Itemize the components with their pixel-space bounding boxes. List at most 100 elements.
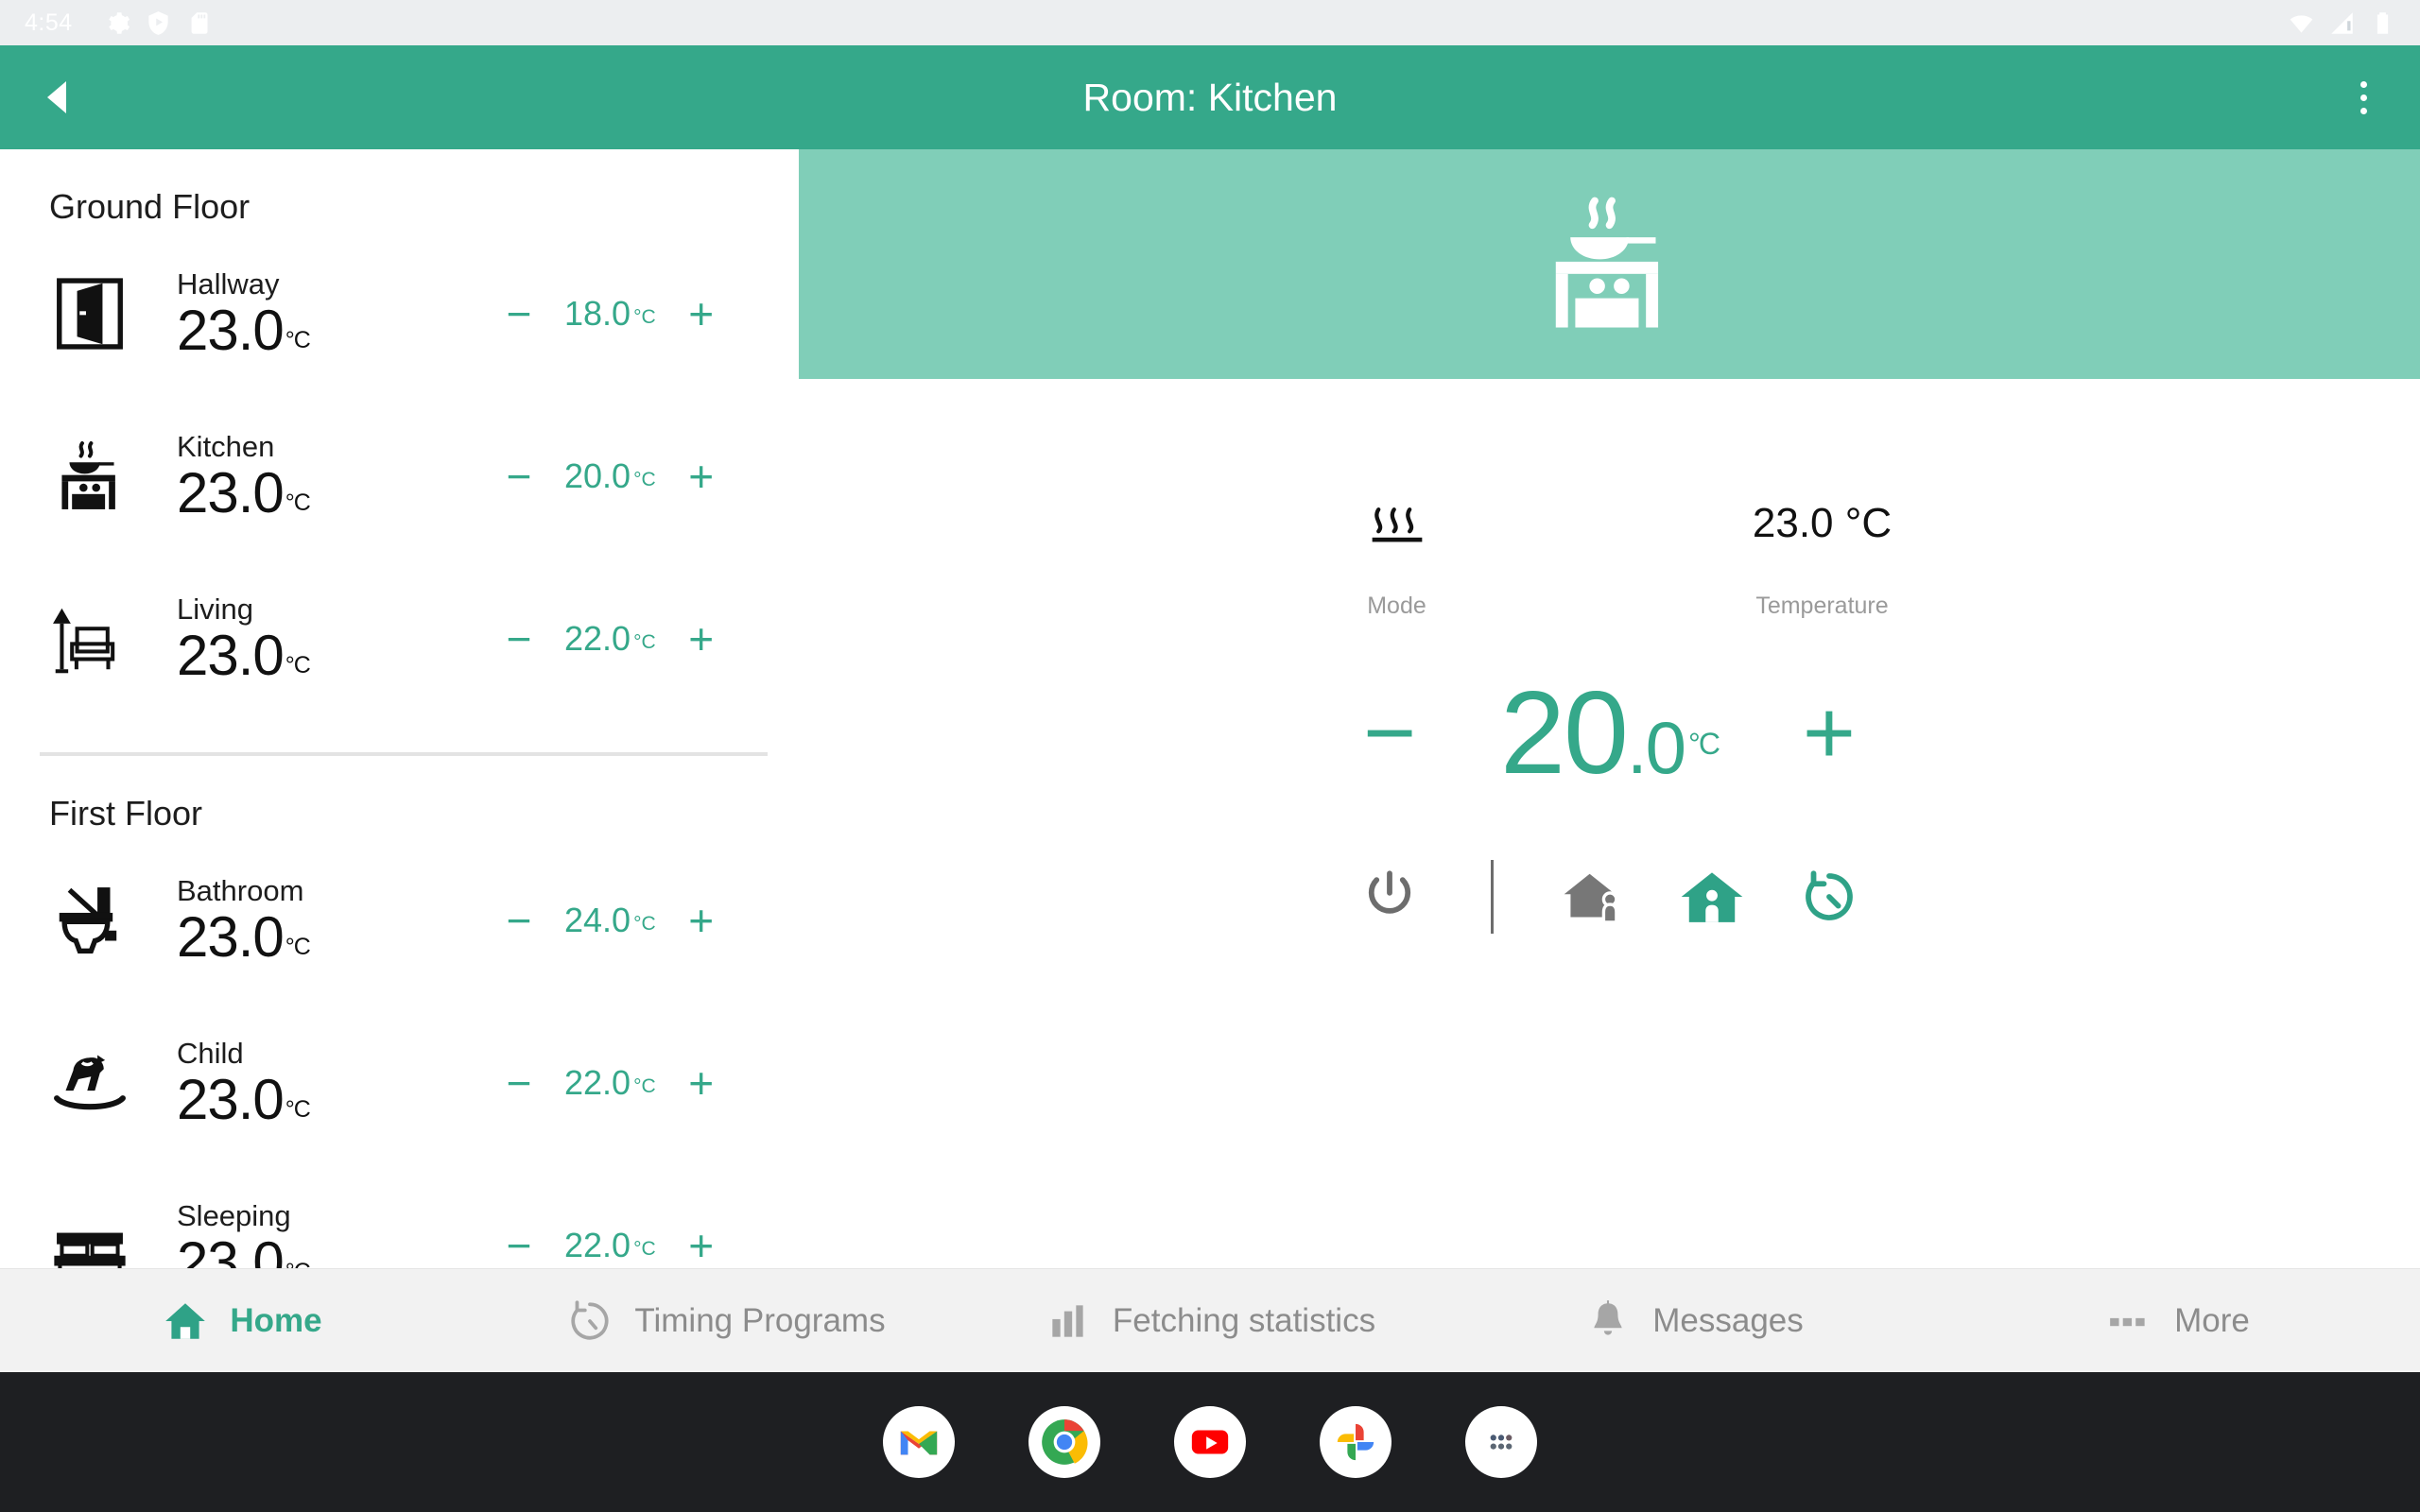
- heating-waves-icon: [1366, 490, 1428, 557]
- shield-play-icon: [148, 10, 168, 35]
- room-setpoint-control[interactable]: − 18.0 °C +: [498, 292, 722, 335]
- more-dots-icon: [2110, 1317, 2145, 1326]
- room-name: Hallway: [177, 266, 280, 301]
- room-setpoint-control[interactable]: − 24.0 °C +: [498, 899, 722, 942]
- nav-item-home[interactable]: Home: [0, 1297, 484, 1345]
- toilet-icon: [49, 880, 177, 961]
- timer-icon: [571, 1299, 609, 1340]
- decrease-setpoint-button[interactable]: −: [498, 1224, 540, 1267]
- decrease-setpoint-button[interactable]: −: [498, 1061, 540, 1105]
- room-current-temp: 23.0°C: [177, 299, 311, 363]
- bottom-navigation: Home Timing Programs Fetching statistics: [0, 1268, 2420, 1372]
- android-dock: [0, 1372, 2420, 1512]
- chrome-icon[interactable]: [1028, 1406, 1100, 1478]
- increase-setpoint-button[interactable]: +: [681, 455, 722, 498]
- android-status-bar: 4:54: [0, 0, 2420, 45]
- room-info: Hallway 23.0°C: [177, 267, 489, 361]
- decrease-setpoint-button[interactable]: −: [1347, 688, 1432, 779]
- away-house-icon[interactable]: [1558, 860, 1632, 934]
- overflow-menu-button[interactable]: [2307, 80, 2420, 114]
- room-info: Kitchen 23.0°C: [177, 430, 489, 524]
- increase-setpoint-button[interactable]: +: [681, 1224, 722, 1267]
- mode-stat[interactable]: Mode: [1270, 490, 1525, 620]
- armchair-lamp-icon: [49, 598, 177, 679]
- increase-setpoint-button[interactable]: +: [1787, 688, 1872, 779]
- gmail-icon[interactable]: [883, 1406, 955, 1478]
- increase-setpoint-button[interactable]: +: [681, 617, 722, 661]
- main-setpoint-control[interactable]: − 20.0 °C +: [799, 675, 2420, 792]
- bed-icon: [49, 1205, 177, 1268]
- room-info: Sleeping 23.0°C: [177, 1199, 489, 1268]
- room-name: Sleeping: [177, 1198, 291, 1232]
- increase-setpoint-button[interactable]: +: [681, 292, 722, 335]
- decrease-setpoint-button[interactable]: −: [498, 899, 540, 942]
- nav-label: Timing Programs: [634, 1301, 886, 1339]
- app-bar: Room: Kitchen: [0, 45, 2420, 149]
- nav-label: Messages: [1652, 1301, 1804, 1339]
- main-setpoint-value: 20.0 °C: [1500, 668, 1720, 799]
- room-list-item[interactable]: Child 23.0°C − 22.0 °C +: [0, 1002, 799, 1164]
- room-banner: [799, 149, 2420, 379]
- google-photos-icon[interactable]: [1320, 1406, 1392, 1478]
- nav-item-timing-programs[interactable]: Timing Programs: [484, 1297, 968, 1345]
- youtube-icon[interactable]: [1174, 1406, 1246, 1478]
- increase-setpoint-button[interactable]: +: [681, 899, 722, 942]
- main-content: Ground Floor Hallway 23.0°C − 18.0 °C + …: [0, 149, 2420, 1268]
- room-list-item[interactable]: Kitchen 23.0°C − 20.0 °C +: [0, 395, 799, 558]
- setpoint-value: 18.0 °C: [564, 294, 656, 333]
- room-setpoint-control[interactable]: − 20.0 °C +: [498, 455, 722, 498]
- menu-dot-icon: [2360, 94, 2367, 101]
- setpoint-value: 24.0 °C: [564, 901, 656, 939]
- room-current-temp: 23.0°C: [177, 461, 311, 525]
- increase-setpoint-button[interactable]: +: [681, 1061, 722, 1105]
- status-bar-clock: 4:54: [25, 9, 73, 36]
- decrease-setpoint-button[interactable]: −: [498, 455, 540, 498]
- nav-item-fetching-statistics[interactable]: Fetching statistics: [968, 1297, 1452, 1345]
- back-arrow-icon: [47, 81, 66, 113]
- floor-group-title: Ground Floor: [49, 187, 251, 226]
- room-list-item[interactable]: Living 23.0°C − 22.0 °C +: [0, 558, 799, 720]
- setpoint-value: 22.0 °C: [564, 619, 656, 658]
- room-name: Kitchen: [177, 429, 275, 463]
- room-detail-panel: Mode 23.0 °C Temperature − 20.0 °C +: [799, 149, 2420, 1268]
- timer-icon[interactable]: [1792, 860, 1866, 934]
- room-list-item[interactable]: Bathroom 23.0°C − 24.0 °C +: [0, 839, 799, 1002]
- setpoint-value: 22.0 °C: [564, 1063, 656, 1102]
- room-list-item[interactable]: Sleeping 23.0°C − 22.0°C +: [0, 1164, 799, 1268]
- status-bar-left: 4:54: [25, 9, 212, 37]
- temperature-label: Temperature: [1755, 593, 1889, 619]
- stove-icon: [49, 436, 177, 517]
- temperature-value: 23.0 °C: [1752, 500, 1893, 546]
- actions-divider: [1491, 860, 1494, 934]
- floor-group-title: First Floor: [49, 794, 202, 833]
- room-setpoint-control[interactable]: − 22.0 °C +: [498, 617, 722, 661]
- back-button[interactable]: [0, 81, 113, 113]
- mode-actions[interactable]: [799, 860, 2420, 934]
- nav-item-messages[interactable]: Messages: [1452, 1297, 1936, 1345]
- app-drawer-icon[interactable]: [1465, 1406, 1537, 1478]
- decrease-setpoint-button[interactable]: −: [498, 617, 540, 661]
- room-info: Bathroom 23.0°C: [177, 874, 489, 968]
- room-current-temp: 23.0°C: [177, 1068, 311, 1132]
- menu-dot-icon: [2360, 107, 2367, 114]
- setpoint-value: 22.0 °C: [564, 1226, 656, 1264]
- nav-label: More: [2174, 1301, 2250, 1339]
- nav-item-more[interactable]: More: [1936, 1302, 2420, 1340]
- decrease-setpoint-button[interactable]: −: [498, 292, 540, 335]
- room-list-panel[interactable]: Ground Floor Hallway 23.0°C − 18.0 °C + …: [0, 149, 799, 1268]
- bell-icon: [1594, 1299, 1622, 1335]
- power-icon[interactable]: [1353, 860, 1426, 934]
- room-current-temp: 23.0°C: [177, 624, 311, 688]
- room-current-temp: 23.0°C: [177, 905, 311, 970]
- room-list-item[interactable]: Hallway 23.0°C − 18.0 °C +: [0, 232, 799, 395]
- home-house-icon[interactable]: [1675, 860, 1749, 934]
- room-name: Bathroom: [177, 873, 304, 907]
- room-setpoint-control[interactable]: − 22.0 °C +: [498, 1061, 722, 1105]
- home-icon: [165, 1302, 206, 1339]
- stove-icon: [1555, 197, 1659, 328]
- room-info: Child 23.0°C: [177, 1037, 489, 1130]
- room-setpoint-control[interactable]: − 22.0 °C +: [498, 1224, 722, 1267]
- mode-label: Mode: [1367, 593, 1426, 619]
- sd-card-icon: [191, 11, 208, 34]
- rocking-horse-icon: [49, 1042, 177, 1124]
